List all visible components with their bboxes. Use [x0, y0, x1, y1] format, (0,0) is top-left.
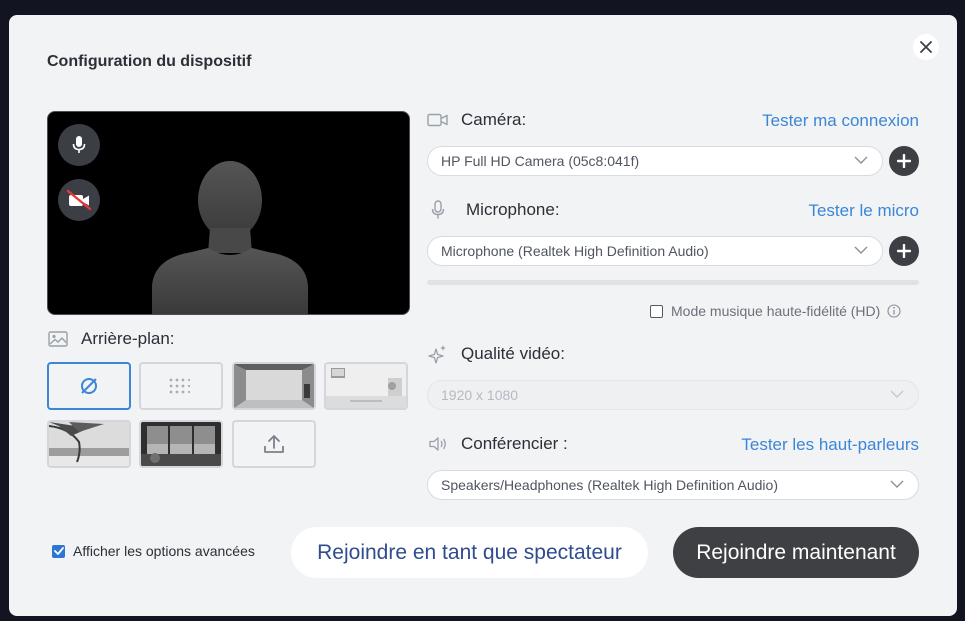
mic-toggle-button[interactable]	[58, 124, 100, 166]
camera-toggle-button[interactable]	[58, 179, 100, 221]
camera-label: Caméra:	[427, 109, 526, 131]
add-microphone-button[interactable]	[889, 236, 919, 266]
camera-off-icon	[66, 189, 92, 211]
dialog-title: Configuration du dispositif	[47, 53, 252, 70]
hd-mode-checkbox[interactable]	[650, 304, 663, 318]
room-thumbnail	[234, 364, 314, 408]
microphone-icon	[72, 136, 86, 153]
test-connection-link[interactable]: Tester ma connexion	[762, 111, 919, 131]
chevron-down-icon	[890, 480, 904, 488]
bg-option-room[interactable]	[232, 362, 316, 410]
hd-mode-row: Mode musique haute-fidélité (HD)	[650, 303, 901, 319]
user-silhouette	[152, 161, 308, 314]
bg-option-blur[interactable]	[139, 362, 223, 410]
microphone-select[interactable]: Microphone (Realtek High Definition Audi…	[427, 236, 883, 266]
office-thumbnail	[326, 364, 406, 408]
video-quality-label: Qualité vidéo:	[427, 343, 565, 365]
bg-option-none[interactable]	[47, 362, 131, 410]
test-microphone-link[interactable]: Tester le micro	[808, 201, 919, 221]
advanced-options-row: Afficher les options avancées	[52, 543, 255, 559]
video-preview	[47, 111, 410, 315]
join-now-button[interactable]: Rejoindre maintenant	[673, 527, 919, 578]
background-label: Arrière-plan:	[47, 328, 175, 350]
upload-icon	[264, 435, 284, 453]
chevron-down-icon	[854, 156, 868, 164]
no-background-icon	[81, 378, 97, 394]
image-icon	[47, 328, 69, 350]
chevron-down-icon	[890, 390, 904, 398]
add-camera-button[interactable]	[889, 146, 919, 176]
join-as-spectator-button[interactable]: Rejoindre en tant que spectateur	[291, 527, 648, 578]
window-thumbnail	[141, 422, 221, 466]
sparkle-icon	[427, 343, 449, 365]
mic-level-meter	[427, 280, 919, 285]
bg-option-window[interactable]	[139, 420, 223, 468]
camera-select[interactable]: HP Full HD Camera (05c8:041f)	[427, 146, 883, 176]
plus-icon	[897, 244, 911, 258]
close-icon	[920, 41, 932, 53]
speaker-icon	[427, 433, 449, 455]
chevron-down-icon	[854, 246, 868, 254]
beach-thumbnail	[49, 422, 129, 466]
check-icon	[53, 547, 64, 555]
microphone-outline-icon	[427, 199, 449, 221]
bg-option-office[interactable]	[324, 362, 408, 410]
blur-icon	[169, 378, 191, 394]
device-config-dialog: Configuration du dispositif Arrière-plan…	[9, 15, 957, 616]
bg-option-beach[interactable]	[47, 420, 131, 468]
bg-option-upload[interactable]	[232, 420, 316, 468]
test-speakers-link[interactable]: Tester les haut-parleurs	[741, 435, 919, 455]
video-quality-select[interactable]: 1920 x 1080	[427, 380, 919, 410]
speaker-select[interactable]: Speakers/Headphones (Realtek High Defini…	[427, 470, 919, 500]
microphone-label: Microphone:	[427, 199, 560, 221]
advanced-options-checkbox[interactable]	[52, 544, 65, 558]
close-button[interactable]	[913, 34, 939, 60]
speaker-label: Conférencier :	[427, 433, 568, 455]
plus-icon	[897, 154, 911, 168]
video-camera-icon	[427, 109, 449, 131]
info-icon[interactable]	[887, 304, 901, 318]
